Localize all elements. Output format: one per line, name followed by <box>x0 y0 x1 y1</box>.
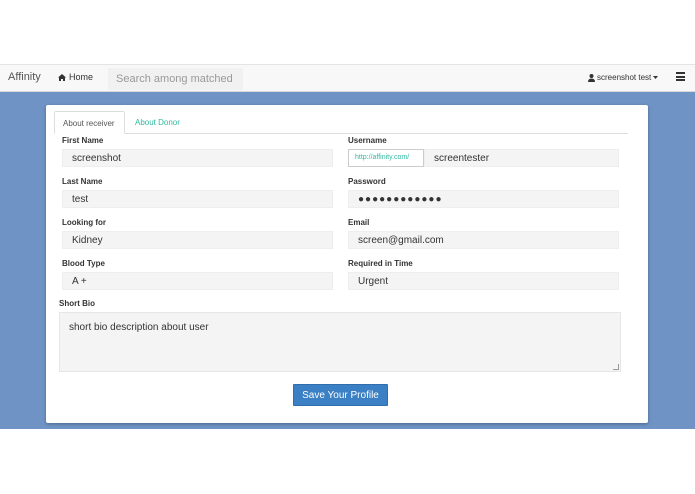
blood-type-field[interactable]: A + <box>62 272 333 290</box>
tab-about-donor[interactable]: About Donor <box>127 111 188 134</box>
email-field[interactable]: screen@gmail.com <box>348 231 619 249</box>
short-bio-label: Short Bio <box>59 299 95 308</box>
search-input[interactable] <box>108 68 243 90</box>
profile-card: About receiver About Donor First Name sc… <box>46 105 648 423</box>
resize-handle-icon[interactable] <box>613 364 619 370</box>
home-icon <box>58 73 66 81</box>
user-icon <box>588 73 595 82</box>
required-in-time-field[interactable]: Urgent <box>348 272 619 290</box>
first-name-field[interactable]: screenshot <box>62 149 333 167</box>
username-field[interactable]: screentester <box>424 149 619 167</box>
required-in-time-label: Required in Time <box>348 259 413 268</box>
caret-down-icon <box>653 76 659 79</box>
password-field[interactable]: ●●●●●●●●●●●● <box>348 190 619 208</box>
blood-type-label: Blood Type <box>62 259 105 268</box>
last-name-label: Last Name <box>62 177 103 186</box>
short-bio-textarea[interactable]: short bio description about user <box>59 312 621 372</box>
user-name: screenshot test <box>597 73 652 82</box>
username-prefix: http://affinity.com/ <box>348 149 424 167</box>
first-name-label: First Name <box>62 136 104 145</box>
looking-for-field[interactable]: Kidney <box>62 231 333 249</box>
username-label: Username <box>348 136 387 145</box>
brand-logo[interactable]: Affinity <box>8 71 41 83</box>
tab-about-receiver[interactable]: About receiver <box>54 111 125 134</box>
hamburger-menu-icon[interactable] <box>676 72 685 81</box>
looking-for-label: Looking for <box>62 218 106 227</box>
last-name-field[interactable]: test <box>62 190 333 208</box>
navbar: Affinity Home screenshot test <box>0 64 695 92</box>
home-label: Home <box>69 72 94 82</box>
home-link[interactable]: Home <box>58 72 93 82</box>
email-label: Email <box>348 218 370 227</box>
short-bio-text: short bio description about user <box>69 322 209 333</box>
user-menu[interactable]: screenshot test <box>588 73 659 82</box>
password-label: Password <box>348 177 386 186</box>
save-profile-button[interactable]: Save Your Profile <box>293 384 388 406</box>
